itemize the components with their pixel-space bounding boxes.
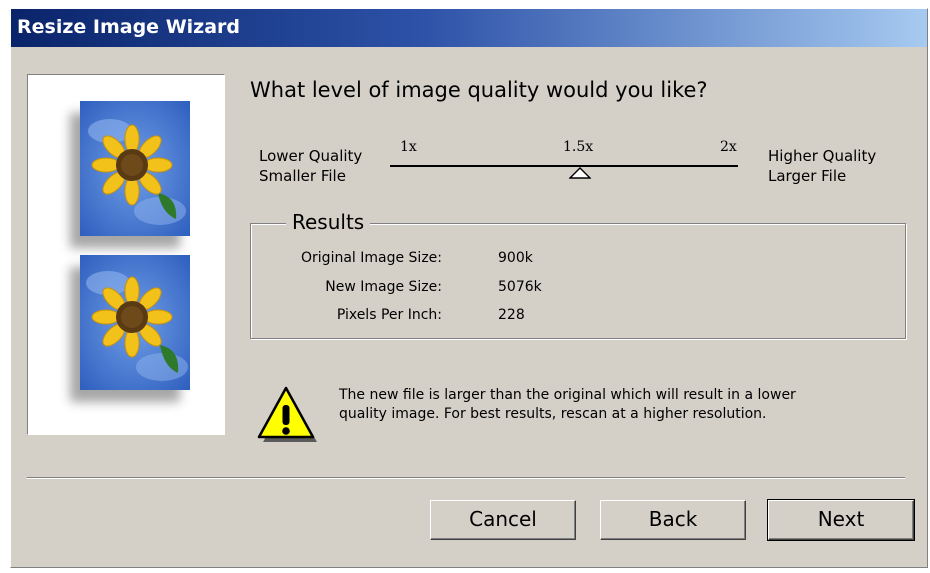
smaller-file-text: Smaller File bbox=[259, 167, 346, 185]
cancel-button[interactable]: Cancel bbox=[430, 500, 576, 540]
image-preview-panel bbox=[27, 74, 225, 435]
original-image-size-label: Original Image Size: bbox=[301, 250, 442, 266]
title-bar[interactable]: Resize Image Wizard bbox=[11, 9, 927, 47]
quality-question: What level of image quality would you li… bbox=[250, 78, 708, 102]
lower-quality-label: Lower Quality Smaller File bbox=[259, 146, 362, 186]
original-image-size-value: 900k bbox=[498, 250, 533, 266]
quality-slider-track[interactable] bbox=[390, 165, 738, 167]
back-button[interactable]: Back bbox=[600, 500, 746, 540]
warning-icon bbox=[257, 386, 317, 442]
new-image-size-label: New Image Size: bbox=[325, 279, 442, 295]
pixels-per-inch-value: 228 bbox=[498, 307, 525, 323]
tick-label-2x: 2x bbox=[720, 139, 737, 155]
pixels-per-inch-label: Pixels Per Inch: bbox=[336, 307, 442, 323]
higher-quality-text: Higher Quality bbox=[768, 147, 877, 165]
results-title: Results bbox=[286, 210, 371, 234]
larger-file-text: Larger File bbox=[768, 167, 847, 185]
window-title: Resize Image Wizard bbox=[17, 16, 241, 38]
tick-label-1-5x: 1.5x bbox=[563, 139, 594, 155]
lower-quality-text: Lower Quality bbox=[259, 147, 363, 165]
original-image-preview bbox=[80, 101, 190, 236]
higher-quality-label: Higher Quality Larger File bbox=[768, 146, 876, 186]
warning-message: The new file is larger than the original… bbox=[339, 387, 796, 422]
button-separator bbox=[27, 477, 905, 479]
resized-image-preview bbox=[80, 255, 190, 390]
new-image-size-value: 5076k bbox=[498, 279, 542, 295]
quality-slider-thumb[interactable] bbox=[569, 167, 591, 179]
tick-label-1x: 1x bbox=[400, 139, 417, 155]
next-button[interactable]: Next bbox=[767, 499, 915, 541]
